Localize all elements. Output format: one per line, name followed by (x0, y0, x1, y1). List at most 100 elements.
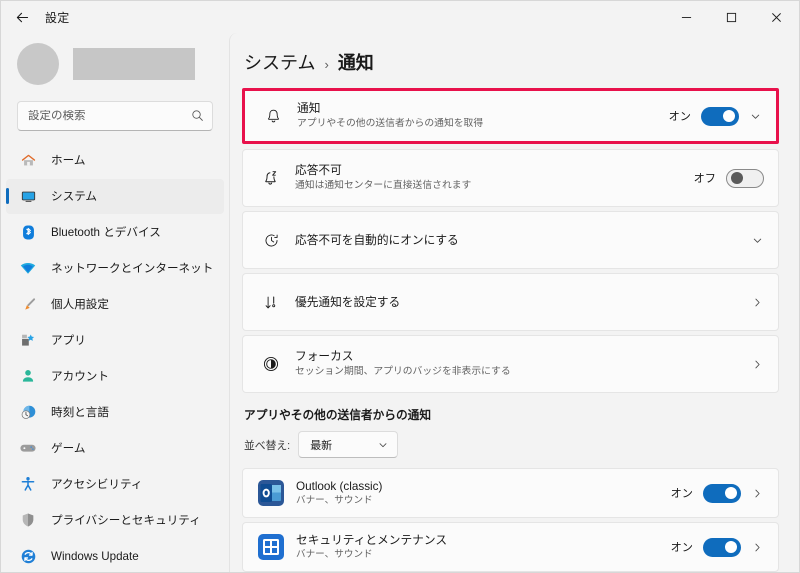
title-bar: 設定 (1, 1, 799, 33)
maximize-button[interactable] (709, 1, 754, 33)
breadcrumb: システム › 通知 (242, 33, 779, 88)
sort-selected-value: 最新 (310, 439, 333, 452)
do-not-disturb-toggle[interactable] (726, 168, 764, 188)
sidebar-item-label: プライバシーとセキュリティ (51, 514, 201, 528)
chevron-right-icon[interactable] (751, 358, 764, 371)
sidebar-item-network[interactable]: ネットワークとインターネット (6, 251, 224, 286)
chevron-down-icon[interactable] (751, 234, 764, 247)
page-title: 通知 (337, 53, 374, 73)
notifications-highlight-box: 通知 アプリやその他の送信者からの通知を取得 オン (242, 88, 779, 144)
app-toggle[interactable] (703, 537, 741, 557)
app-text: Outlook (classic) バナー、サウンド (296, 479, 671, 507)
focus-subtitle: セッション期間、アプリのバッジを非表示にする (295, 366, 511, 377)
app-sub: バナー、サウンド (296, 495, 373, 506)
privacy-shield-icon (17, 510, 39, 530)
gaming-icon (17, 438, 39, 458)
sidebar-item-home[interactable]: ホーム (6, 143, 224, 178)
notifications-setting-row[interactable]: 通知 アプリやその他の送信者からの通知を取得 オン (245, 91, 776, 141)
sidebar-item-label: システム (51, 190, 98, 204)
window-body: ホーム システム (1, 33, 799, 572)
search-input[interactable] (28, 109, 191, 122)
network-icon (17, 258, 39, 278)
sidebar-item-time-language[interactable]: 時刻と言語 (6, 395, 224, 430)
sidebar-item-apps[interactable]: アプリ (6, 323, 224, 358)
do-not-disturb-controls: オフ (693, 168, 764, 188)
auto-do-not-disturb-row[interactable]: 応答不可を自動的にオンにする (242, 211, 779, 269)
search-box[interactable] (17, 100, 213, 131)
sidebar-item-system[interactable]: システム (6, 178, 224, 214)
breadcrumb-parent[interactable]: システム (244, 49, 315, 75)
account-block[interactable] (1, 35, 229, 93)
chevron-right-icon[interactable] (751, 487, 764, 500)
notifications-controls: オン (668, 106, 762, 126)
app-toggle[interactable] (703, 483, 741, 503)
sidebar-item-label: アカウント (51, 370, 109, 384)
app-name: Outlook (classic) (296, 480, 383, 493)
do-not-disturb-row[interactable]: 応答不可 通知は通知センターに直接送信されます オフ (242, 149, 779, 207)
time-language-icon (17, 402, 39, 422)
priority-notifications-row[interactable]: 優先通知を設定する (242, 273, 779, 331)
chevron-right-icon[interactable] (751, 296, 764, 309)
sidebar-item-accessibility[interactable]: アクセシビリティ (6, 467, 224, 502)
sidebar-item-bluetooth[interactable]: Bluetooth とデバイス (6, 215, 224, 250)
sidebar-item-label: アクセシビリティ (51, 478, 143, 492)
app-toggle-label: オン (670, 542, 693, 554)
focus-icon (257, 355, 285, 373)
do-not-disturb-subtitle: 通知は通知センターに直接送信されます (295, 180, 472, 191)
content-pane: システム › 通知 通知 アプリやその他の送信者からの通知を取得 オン 応答不可… (229, 33, 799, 572)
clock-icon (257, 232, 285, 249)
sidebar-item-accounts[interactable]: アカウント (6, 359, 224, 394)
sidebar-item-gaming[interactable]: ゲーム (6, 431, 224, 466)
notifications-toggle[interactable] (701, 106, 739, 126)
priority-notifications-controls (751, 296, 764, 309)
focus-text: フォーカス セッション期間、アプリのバッジを非表示にする (295, 349, 751, 379)
chevron-right-icon[interactable] (751, 541, 764, 554)
do-not-disturb-text: 応答不可 通知は通知センターに直接送信されます (295, 163, 694, 193)
app-row-outlook[interactable]: Outlook (classic) バナー、サウンド オン (242, 468, 779, 518)
minimize-button[interactable] (664, 1, 709, 33)
do-not-disturb-toggle-label: オフ (693, 173, 716, 185)
bell-icon (259, 108, 287, 125)
app-text: セキュリティとメンテナンス バナー、サウンド (296, 533, 671, 561)
priority-sort-icon (257, 294, 285, 311)
sidebar-item-label: 個人用設定 (51, 298, 109, 312)
personalize-icon (17, 294, 39, 314)
sidebar-item-privacy-security[interactable]: プライバシーとセキュリティ (6, 503, 224, 538)
account-name-redacted (73, 47, 195, 80)
accessibility-icon (17, 474, 39, 494)
notifications-toggle-label: オン (668, 111, 691, 123)
close-button[interactable] (754, 1, 799, 33)
notifications-text: 通知 アプリやその他の送信者からの通知を取得 (297, 101, 669, 131)
apps-icon (17, 330, 39, 350)
sidebar: ホーム システム (1, 33, 229, 572)
sidebar-item-label: ホーム (51, 154, 86, 168)
windows-update-icon (17, 546, 39, 566)
security-maintenance-icon (257, 533, 285, 561)
priority-notifications-text: 優先通知を設定する (295, 295, 751, 310)
focus-controls (751, 358, 764, 371)
bell-sleep-icon (257, 169, 285, 187)
sidebar-item-label: Windows Update (51, 549, 139, 563)
sidebar-nav: ホーム システム Bluetooth とデバイス ネットワークとインターネット … (1, 143, 229, 572)
sidebar-item-label: ゲーム (51, 442, 86, 456)
sidebar-item-personalization[interactable]: 個人用設定 (6, 287, 224, 322)
apps-section-heading: アプリやその他の送信者からの通知 (244, 409, 432, 422)
sidebar-item-windows-update[interactable]: Windows Update (6, 539, 224, 572)
system-icon (17, 186, 39, 206)
outlook-icon (257, 479, 285, 507)
app-row-security-maintenance[interactable]: セキュリティとメンテナンス バナー、サウンド オン (242, 522, 779, 572)
back-button[interactable] (5, 2, 39, 32)
notifications-title: 通知 (297, 102, 321, 115)
sort-dropdown[interactable]: 最新 (298, 431, 399, 458)
sidebar-item-label: Bluetooth とデバイス (51, 226, 161, 240)
sidebar-item-label: 時刻と言語 (51, 406, 109, 420)
focus-title: フォーカス (295, 350, 354, 363)
focus-row[interactable]: フォーカス セッション期間、アプリのバッジを非表示にする (242, 335, 779, 393)
do-not-disturb-title: 応答不可 (295, 164, 342, 177)
window-controls (664, 1, 799, 33)
chevron-down-icon[interactable] (749, 110, 762, 123)
priority-notifications-title: 優先通知を設定する (295, 295, 401, 309)
auto-do-not-disturb-controls (751, 234, 764, 247)
notifications-subtitle: アプリやその他の送信者からの通知を取得 (297, 118, 484, 129)
app-controls: オン (671, 483, 764, 503)
